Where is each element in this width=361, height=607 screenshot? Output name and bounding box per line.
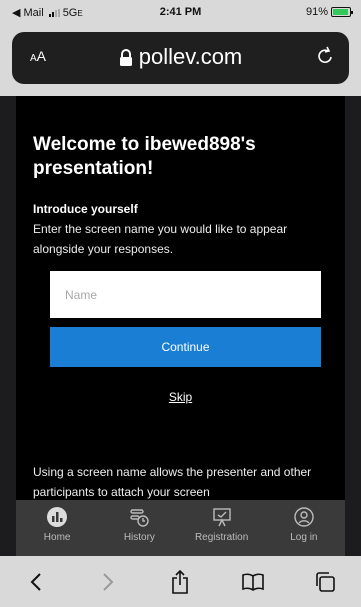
forward-icon [103,572,114,591]
nav-item-history[interactable]: History [98,500,180,556]
url-text: pollev.com [138,44,243,69]
skip-label[interactable]: Skip [169,390,192,404]
battery-icon [331,7,353,17]
nav-item-home[interactable]: Home [16,500,98,556]
tabs-icon [316,571,335,592]
status-bar: ◀ Mail 5GE 2:41 PM 91% [0,0,361,24]
name-input[interactable] [50,271,321,318]
bookmarks-button[interactable] [237,566,269,598]
back-icon [30,572,41,591]
nav-item-login[interactable]: Log in [263,500,345,556]
tabs-button[interactable] [309,566,341,598]
share-icon [172,569,189,594]
share-button[interactable] [164,566,196,598]
page-title: Welcome to ibewed898's presentation! [33,134,256,179]
reload-icon[interactable] [315,45,335,67]
nav-label-login: Log in [290,532,318,543]
safari-toolbar [0,556,361,607]
intro-heading: Introduce yourself [33,202,138,216]
nav-label-registration: Registration [194,532,249,543]
url-field[interactable]: pollev.com [12,44,349,70]
home-chart-icon [47,507,68,527]
nav-label-home: Home [43,532,71,543]
user-icon [294,507,314,527]
browser-chrome-top: ◀ Mail 5GE 2:41 PM 91% AA pollev.com [0,0,361,96]
history-icon [130,509,150,527]
back-button[interactable] [20,566,52,598]
address-bar[interactable]: AA pollev.com [12,32,349,84]
bookmarks-icon [241,573,264,591]
screen-name-note: Using a screen name allows the presenter… [33,465,312,499]
skip-link[interactable]: Skip [0,390,361,404]
lock-icon [119,49,132,67]
nav-label-history: History [123,532,155,543]
nav-item-registration[interactable]: Registration [181,500,263,556]
intro-description: Enter the screen name you would like to … [33,222,288,256]
forward-button[interactable] [92,566,124,598]
continue-button[interactable]: Continue [50,327,321,367]
registration-icon [212,508,231,527]
battery-percent: 91% [305,6,328,18]
app-bottom-nav: Home History Registration Log in [16,500,345,556]
